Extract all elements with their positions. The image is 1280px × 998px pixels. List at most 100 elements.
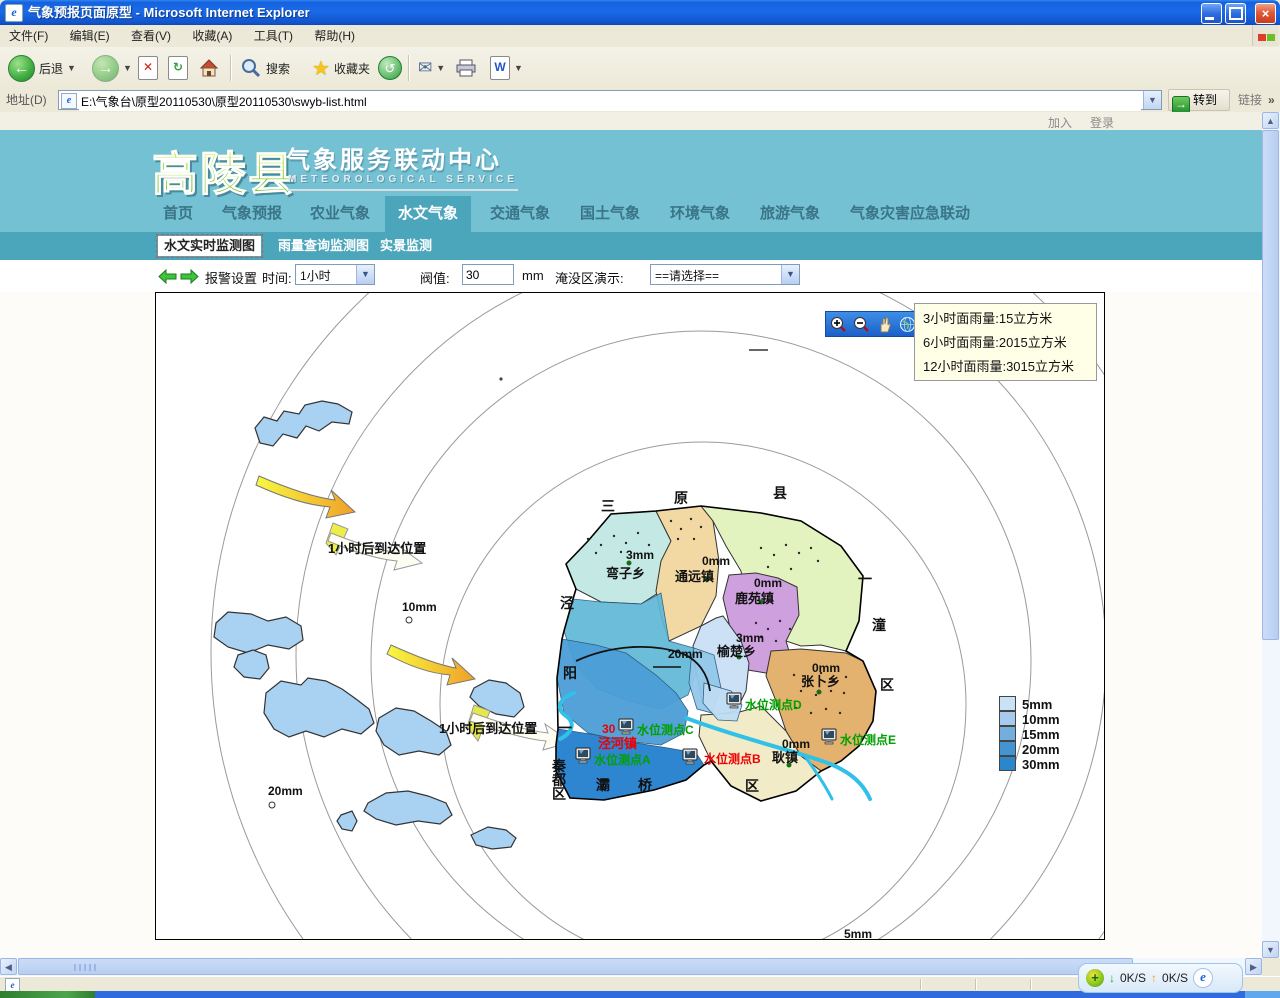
stop-button[interactable]: ✕ bbox=[138, 53, 158, 83]
time-select[interactable]: 1小时 ▼ bbox=[295, 264, 375, 285]
legend-label: 20mm bbox=[1022, 743, 1060, 756]
back-button[interactable]: ← 后退 ▼ bbox=[8, 53, 76, 83]
label-zhangbu: 张卜乡 bbox=[801, 674, 840, 689]
forward-button[interactable]: → ▼ bbox=[92, 53, 132, 83]
rainfall-6h: 6小时面雨量:2015立方米 bbox=[923, 331, 1088, 355]
rain-zhangbu: 0mm bbox=[812, 661, 840, 675]
flood-demo-select[interactable]: ==请选择== ▼ bbox=[650, 264, 800, 285]
outside-label: 一 bbox=[858, 571, 872, 587]
station-b-label: 水位测点B bbox=[704, 751, 761, 766]
menu-view[interactable]: 查看(V) bbox=[122, 25, 180, 47]
outside-label: 泾 bbox=[560, 595, 574, 611]
links-label[interactable]: 链接 bbox=[1238, 88, 1262, 112]
menu-favorites[interactable]: 收藏(A) bbox=[183, 25, 241, 47]
nav-traffic[interactable]: 交通气象 bbox=[490, 196, 550, 232]
forward-dropdown-icon[interactable]: ▼ bbox=[123, 63, 132, 73]
subnav-realtime-map[interactable]: 水文实时监测图 bbox=[158, 236, 261, 256]
ie-browser-icon: e bbox=[1193, 968, 1213, 988]
region-wanzi[interactable] bbox=[566, 511, 671, 604]
address-dropdown-icon[interactable]: ▼ bbox=[1143, 91, 1161, 109]
outside-label: 灞 bbox=[596, 777, 610, 793]
address-input[interactable] bbox=[79, 91, 1141, 111]
label-luyuan: 鹿苑镇 bbox=[735, 591, 774, 606]
minimize-button[interactable] bbox=[1201, 3, 1222, 24]
edit-dropdown-icon[interactable]: ▼ bbox=[514, 63, 523, 73]
home-icon bbox=[198, 57, 220, 79]
menu-tools[interactable]: 工具(T) bbox=[245, 25, 302, 47]
login-link[interactable]: 登录 bbox=[1090, 114, 1114, 131]
search-button[interactable]: 搜索 bbox=[240, 53, 290, 83]
scroll-down-icon[interactable]: ▼ bbox=[1262, 941, 1279, 958]
mail-dropdown-icon[interactable]: ▼ bbox=[436, 63, 445, 73]
user-bar: 加入 登录 bbox=[0, 112, 1262, 130]
time-label: 时间: bbox=[262, 268, 292, 287]
controls-row: 报警设置 时间: 1小时 ▼ 阀值: mm 淹没区演示: ==请选择== ▼ bbox=[0, 260, 1262, 292]
next-arrow-button[interactable] bbox=[180, 269, 199, 284]
print-button[interactable] bbox=[455, 53, 477, 83]
subnav-rain-query-map[interactable]: 雨量查询监测图 bbox=[278, 236, 369, 256]
go-button[interactable]: →转到 bbox=[1168, 89, 1230, 111]
scroll-left-icon[interactable]: ◀ bbox=[0, 958, 17, 975]
edit-word-icon: W bbox=[490, 56, 510, 80]
outside-label: 原 bbox=[674, 490, 688, 506]
ie-icon: e bbox=[5, 4, 23, 22]
alarm-settings-label: 报警设置 bbox=[205, 268, 257, 287]
menu-help[interactable]: 帮助(H) bbox=[305, 25, 364, 47]
flood-select-arrow-icon[interactable]: ▼ bbox=[781, 265, 799, 284]
start-button-edge[interactable] bbox=[0, 991, 95, 998]
station-c-label: 水位测点C bbox=[637, 722, 694, 737]
nav-environment[interactable]: 环境气象 bbox=[670, 196, 730, 232]
vertical-scroll-thumb[interactable] bbox=[1262, 130, 1279, 640]
join-link[interactable]: 加入 bbox=[1048, 114, 1072, 131]
maximize-button[interactable] bbox=[1225, 3, 1246, 24]
favorites-button[interactable]: ★ 收藏夹 bbox=[312, 53, 370, 83]
nav-weather-forecast[interactable]: 气象预报 bbox=[222, 196, 282, 232]
search-icon bbox=[240, 57, 262, 79]
hydrology-map[interactable]: 1小时后到达位置 1小时后到达位置 bbox=[156, 293, 1104, 939]
nav-agriculture[interactable]: 农业气象 bbox=[310, 196, 370, 232]
subnav-live-monitor[interactable]: 实景监测 bbox=[380, 236, 432, 256]
time-select-arrow-icon[interactable]: ▼ bbox=[356, 265, 374, 284]
close-button[interactable]: × bbox=[1255, 3, 1276, 24]
zoom-in-icon[interactable] bbox=[830, 316, 847, 333]
edit-button[interactable]: W ▼ bbox=[490, 53, 523, 83]
horizontal-scrollbar[interactable]: ◀ ▶ bbox=[0, 958, 1262, 976]
threshold-input[interactable] bbox=[462, 264, 514, 285]
nav-home[interactable]: 首页 bbox=[163, 196, 193, 232]
label-yuchu: 榆楚乡 bbox=[717, 644, 756, 659]
scroll-up-icon[interactable]: ▲ bbox=[1262, 112, 1279, 129]
mail-button[interactable]: ✉ ▼ bbox=[418, 53, 445, 83]
rain-luyuan: 0mm bbox=[754, 576, 782, 590]
links-chevron-icon[interactable]: » bbox=[1268, 88, 1275, 112]
pan-hand-icon[interactable] bbox=[876, 316, 893, 333]
download-arrow-icon: ↓ bbox=[1109, 971, 1115, 985]
history-button[interactable]: ↺ bbox=[378, 53, 402, 83]
nav-land[interactable]: 国土气象 bbox=[580, 196, 640, 232]
legend-label: 30mm bbox=[1022, 758, 1060, 771]
legend-label: 15mm bbox=[1022, 728, 1060, 741]
outside-label: 一 bbox=[558, 720, 572, 736]
menu-edit[interactable]: 编辑(E) bbox=[61, 25, 119, 47]
window-titlebar: e 气象预报页面原型 - Microsoft Internet Explorer… bbox=[0, 0, 1280, 25]
map-panel[interactable]: 1小时后到达位置 1小时后到达位置 bbox=[155, 292, 1105, 940]
prev-arrow-button[interactable] bbox=[158, 269, 177, 284]
back-dropdown-icon[interactable]: ▼ bbox=[67, 63, 76, 73]
zoom-out-icon[interactable] bbox=[853, 316, 870, 333]
legend-swatch bbox=[999, 711, 1016, 726]
area-rainfall-infobox: 3小时面雨量:15立方米 6小时面雨量:2015立方米 12小时面雨量:3015… bbox=[914, 303, 1097, 381]
nav-disaster-emergency[interactable]: 气象灾害应急联动 bbox=[850, 196, 970, 232]
net-speed-widget[interactable]: + ↓ 0K/S ↑ 0K/S e bbox=[1078, 963, 1243, 993]
wind-arrow-icon bbox=[387, 645, 475, 685]
home-button[interactable] bbox=[198, 53, 220, 83]
menu-bar: 文件(F) 编辑(E) 查看(V) 收藏(A) 工具(T) 帮助(H) bbox=[0, 25, 1280, 48]
outside-label: 三 bbox=[601, 498, 615, 514]
horizontal-scroll-thumb[interactable] bbox=[18, 958, 1133, 975]
nav-hydrology-active[interactable]: 水文气象 bbox=[385, 196, 471, 232]
mail-icon: ✉ bbox=[418, 58, 432, 78]
refresh-button[interactable]: ↻ bbox=[168, 53, 188, 83]
outside-label: 阳 bbox=[563, 665, 577, 681]
scroll-right-icon[interactable]: ▶ bbox=[1245, 958, 1262, 975]
vertical-scrollbar[interactable]: ▲ ▼ bbox=[1262, 112, 1280, 958]
nav-tourism[interactable]: 旅游气象 bbox=[760, 196, 820, 232]
menu-file[interactable]: 文件(F) bbox=[0, 25, 57, 47]
